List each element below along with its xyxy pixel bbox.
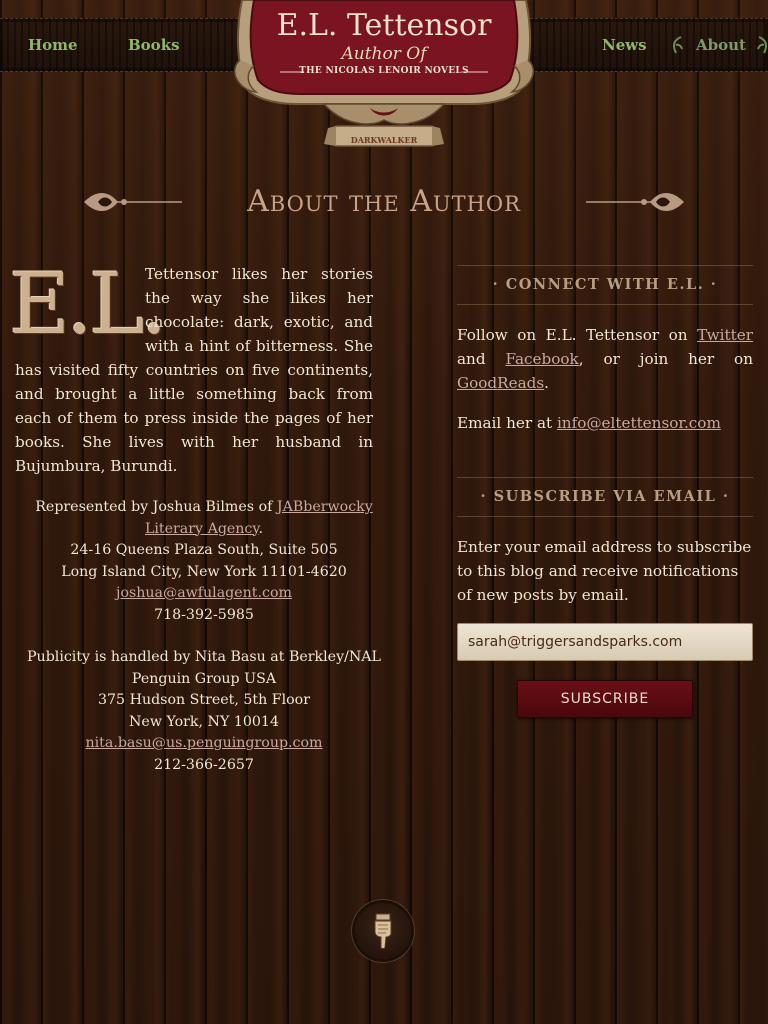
follow-period: . <box>544 374 549 392</box>
publicity-address-line-1: 375 Hudson Street, 5th Floor <box>98 692 310 708</box>
agent-period: . <box>258 520 264 537</box>
agent-email-link[interactable]: joshua@awfulagent.com <box>116 585 292 601</box>
nav-home-link[interactable]: Home <box>28 36 78 54</box>
subscribe-email-input[interactable] <box>457 623 753 661</box>
agent-represented-line: Represented by Joshua Bilmes of JABberwo… <box>15 497 393 540</box>
subscribe-widget-title: · SUBSCRIBE VIA EMAIL · <box>457 477 753 517</box>
leaf-ornament-icon <box>757 36 768 54</box>
site-logo-emblem[interactable]: E.L. Tettensor Author Of THE NICOLAS LEN… <box>232 0 536 150</box>
publicity-intro: Publicity is handled by Nita Basu at Ber… <box>27 649 381 687</box>
follow-prefix: Follow on E.L. Tettensor on <box>457 326 698 344</box>
publicity-phone: 212-366-2657 <box>154 756 254 773</box>
back-to-top-button[interactable] <box>355 903 411 959</box>
email-prefix: Email her at <box>457 414 557 432</box>
follow-and: and <box>457 350 506 368</box>
agent-address-line-1: 24-16 Queens Plaza South, Suite 505 <box>70 542 338 558</box>
publicity-address-line-2: New York, NY 10014 <box>129 713 279 730</box>
publicity-email-link[interactable]: nita.basu@us.penguingroup.com <box>85 735 322 751</box>
leaf-ornament-icon <box>672 36 683 54</box>
bio-dropcap: E.L. <box>9 255 168 353</box>
follow-or-join: , or join her on <box>578 350 753 368</box>
pointing-hand-icon <box>374 913 392 949</box>
nav-news-link[interactable]: News <box>602 36 647 54</box>
goodreads-link[interactable]: GoodReads <box>457 374 544 392</box>
agent-intro: Represented by Joshua Bilmes of <box>35 499 277 515</box>
logo-title: E.L. Tettensor <box>276 8 492 43</box>
heading-flourish-right <box>586 193 684 211</box>
connect-widget-title: · CONNECT WITH E.L. · <box>457 265 753 305</box>
logo-series: THE NICOLAS LENOIR NOVELS <box>299 66 469 76</box>
subscribe-button[interactable]: SUBSCRIBE <box>517 680 693 718</box>
email-text: Email her at info@eltettensor.com <box>457 411 753 435</box>
logo-subtitle: Author Of <box>341 44 427 64</box>
follow-text: Follow on E.L. Tettensor on Twitter and … <box>457 323 753 395</box>
logo-ribbon-text: DARKWALKER <box>350 135 418 145</box>
agent-address-line-2: Long Island City, New York 11101-4620 <box>61 563 347 580</box>
nav-about-link[interactable]: About <box>696 36 746 54</box>
agent-info: Represented by Joshua Bilmes of JABberwo… <box>15 497 393 626</box>
subscribe-description: Enter your email address to subscribe to… <box>457 538 752 604</box>
nav-books-link[interactable]: Books <box>128 36 180 54</box>
facebook-link[interactable]: Facebook <box>505 350 578 368</box>
agent-phone: 718-392-5985 <box>154 606 254 623</box>
twitter-link[interactable]: Twitter <box>697 326 753 344</box>
author-bio: E.L. Tettensor likes her stories the way… <box>9 262 373 478</box>
contact-email-link[interactable]: info@eltettensor.com <box>557 414 721 432</box>
page-heading: About the Author <box>0 180 768 226</box>
publicity-info: Publicity is handled by Nita Basu at Ber… <box>15 647 393 776</box>
